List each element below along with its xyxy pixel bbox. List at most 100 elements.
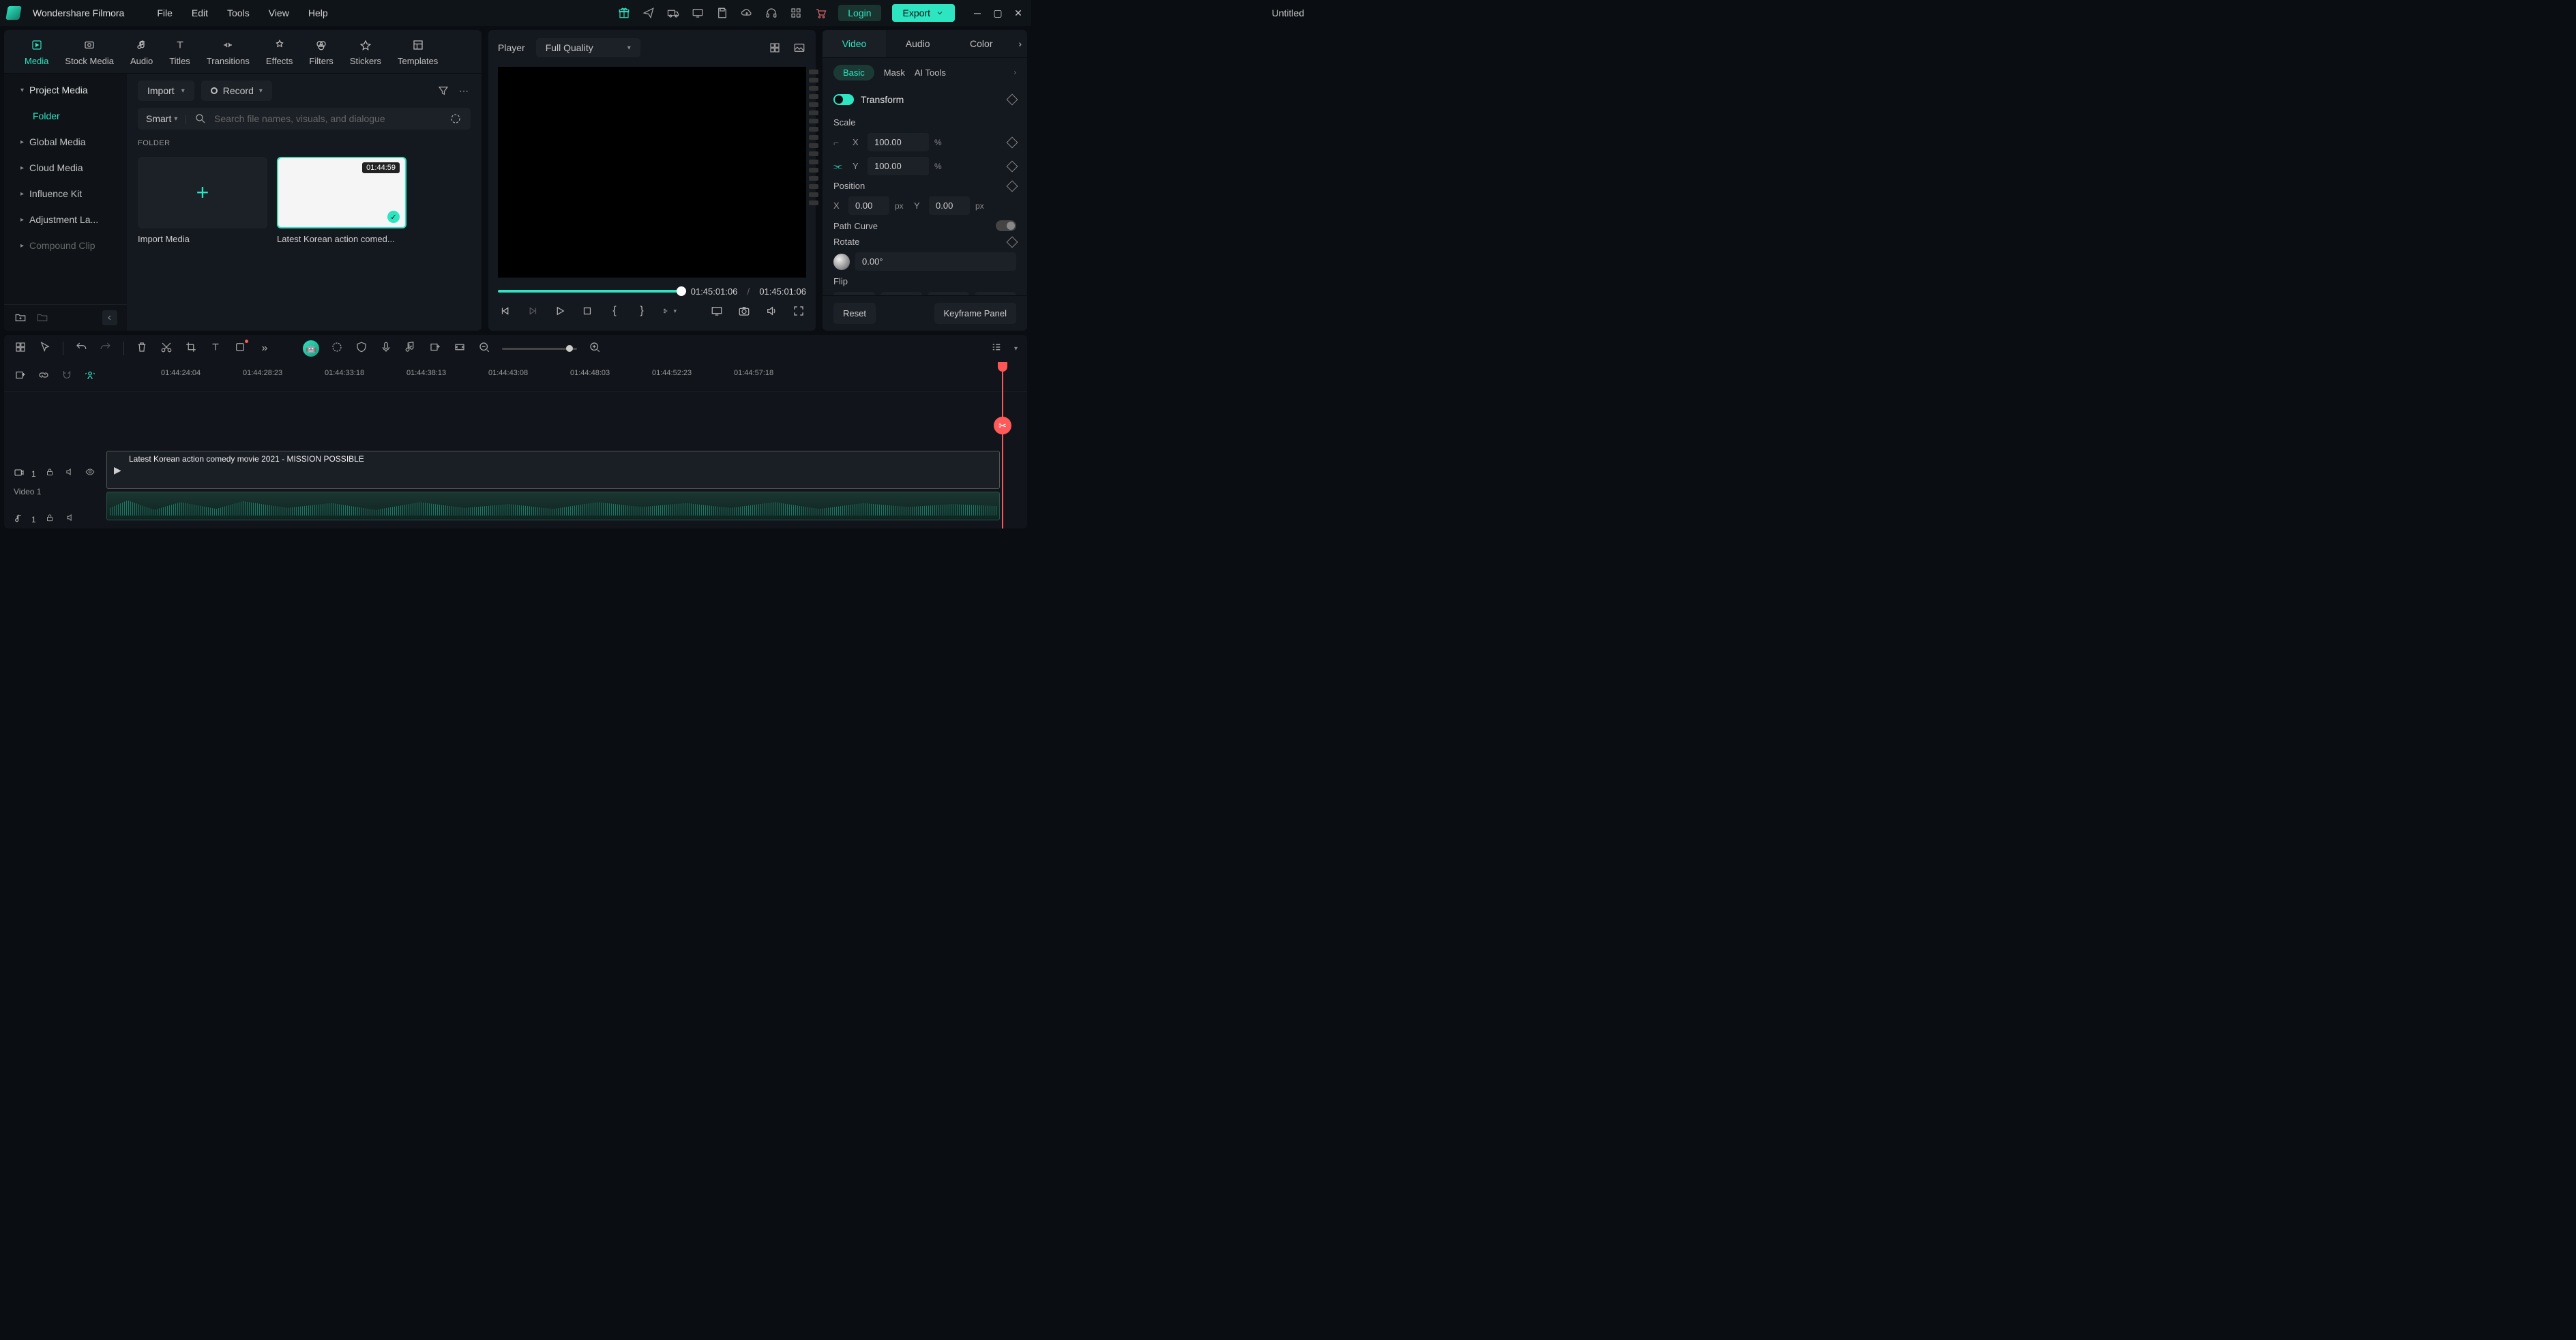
menu-help[interactable]: Help bbox=[308, 8, 328, 18]
keyframe-diamond-icon[interactable] bbox=[1007, 236, 1018, 248]
next-frame-icon[interactable] bbox=[525, 303, 540, 318]
magnet-icon[interactable] bbox=[60, 369, 74, 385]
playhead[interactable]: ✂ bbox=[1002, 362, 1003, 528]
keyframe-diamond-icon[interactable] bbox=[1007, 94, 1018, 106]
zoom-thumb[interactable] bbox=[566, 345, 573, 352]
send-icon[interactable] bbox=[642, 6, 655, 20]
tab-titles[interactable]: Titles bbox=[169, 37, 190, 66]
apps-icon[interactable] bbox=[789, 6, 803, 20]
mark-in-icon[interactable]: { bbox=[607, 303, 622, 318]
volume-icon[interactable] bbox=[764, 303, 779, 318]
list-view-icon[interactable] bbox=[990, 341, 1003, 357]
rotate-knob[interactable] bbox=[833, 254, 850, 270]
position-x-input[interactable] bbox=[848, 196, 889, 215]
quality-dropdown[interactable]: Full Quality▾ bbox=[536, 38, 640, 57]
speed-icon[interactable] bbox=[233, 341, 247, 357]
chevron-right-icon[interactable]: › bbox=[1014, 69, 1016, 76]
fit-icon[interactable] bbox=[453, 341, 467, 357]
scale-y-input[interactable] bbox=[868, 157, 929, 175]
more-tools-icon[interactable]: » bbox=[258, 342, 271, 355]
text-icon[interactable] bbox=[209, 341, 222, 357]
transform-toggle[interactable] bbox=[833, 94, 854, 105]
gift-icon[interactable] bbox=[617, 6, 631, 20]
crop-icon[interactable] bbox=[184, 341, 198, 357]
progress-slider[interactable] bbox=[498, 290, 681, 293]
tab-media[interactable]: Media bbox=[25, 37, 48, 66]
playhead-cut-button[interactable]: ✂ bbox=[994, 417, 1011, 434]
preview-viewport[interactable] bbox=[498, 67, 806, 278]
cloud-icon[interactable] bbox=[740, 6, 754, 20]
cart-icon[interactable] bbox=[814, 6, 827, 20]
playhead-handle[interactable] bbox=[998, 362, 1007, 372]
sidebar-item-project-media[interactable]: ▾Project Media bbox=[8, 78, 123, 102]
record-button[interactable]: Record▾ bbox=[201, 80, 272, 101]
chevron-down-icon[interactable]: ▾ bbox=[1014, 345, 1018, 353]
audio-track-icon[interactable] bbox=[14, 512, 25, 526]
inspector-tab-audio[interactable]: Audio bbox=[886, 30, 949, 57]
keyframe-panel-button[interactable]: Keyframe Panel bbox=[934, 303, 1017, 324]
cursor-icon[interactable] bbox=[38, 341, 52, 357]
menu-view[interactable]: View bbox=[269, 8, 289, 18]
mark-out-icon[interactable]: } bbox=[634, 303, 649, 318]
sidebar-item-cloud-media[interactable]: ▸Cloud Media bbox=[8, 155, 123, 180]
sidebar-item-compound-clip[interactable]: ▸Compound Clip bbox=[8, 233, 123, 258]
music-icon[interactable] bbox=[404, 341, 417, 357]
scale-x-input[interactable] bbox=[868, 133, 929, 151]
truck-icon[interactable] bbox=[666, 6, 680, 20]
timeline-tracks[interactable]: 01:44:24:04 01:44:28:23 01:44:33:18 01:4… bbox=[106, 362, 1027, 528]
subtab-ai-tools[interactable]: AI Tools bbox=[915, 68, 946, 78]
new-folder-icon[interactable] bbox=[14, 311, 27, 325]
video-thumbnail[interactable]: 01:44:59 ✓ bbox=[277, 157, 406, 228]
position-y-input[interactable] bbox=[929, 196, 970, 215]
menu-edit[interactable]: Edit bbox=[192, 8, 208, 18]
tab-stickers[interactable]: Stickers bbox=[350, 37, 381, 66]
search-input[interactable] bbox=[214, 113, 442, 124]
stop-icon[interactable] bbox=[580, 303, 595, 318]
monitor-icon[interactable] bbox=[691, 6, 705, 20]
lock-icon[interactable] bbox=[43, 466, 57, 481]
add-track-icon[interactable] bbox=[14, 369, 27, 385]
filter-icon[interactable] bbox=[436, 84, 450, 98]
sidebar-item-adjustment-layer[interactable]: ▸Adjustment La... bbox=[8, 207, 123, 232]
import-dropdown[interactable]: Import▾ bbox=[138, 80, 194, 101]
snapshot-icon[interactable] bbox=[737, 303, 752, 318]
video-clip[interactable]: ▶ Latest Korean action comedy movie 2021… bbox=[106, 451, 1000, 489]
mute-icon[interactable] bbox=[63, 511, 77, 527]
effects-wheel-icon[interactable] bbox=[330, 341, 344, 357]
sidebar-item-folder[interactable]: Folder bbox=[8, 104, 123, 128]
redo-icon[interactable] bbox=[99, 341, 113, 357]
zoom-in-icon[interactable] bbox=[588, 341, 602, 357]
menu-file[interactable]: File bbox=[157, 8, 173, 18]
display-icon[interactable] bbox=[709, 303, 724, 318]
grid-view-icon[interactable] bbox=[768, 41, 782, 55]
sidebar-item-influence-kit[interactable]: ▸Influence Kit bbox=[8, 181, 123, 206]
mic-icon[interactable] bbox=[379, 341, 393, 357]
progress-thumb[interactable] bbox=[677, 286, 686, 296]
import-media-card[interactable]: + Import Media bbox=[138, 157, 267, 244]
subtab-mask[interactable]: Mask bbox=[884, 68, 905, 78]
save-icon[interactable] bbox=[715, 6, 729, 20]
collapse-sidebar-button[interactable] bbox=[102, 310, 117, 325]
reset-button[interactable]: Reset bbox=[833, 303, 876, 324]
tab-filters[interactable]: Filters bbox=[309, 37, 333, 66]
aspect-icon[interactable]: ▾ bbox=[662, 303, 677, 318]
more-icon[interactable]: ⋯ bbox=[457, 84, 471, 98]
maximize-button[interactable]: ▢ bbox=[992, 8, 1004, 19]
sidebar-item-global-media[interactable]: ▸Global Media bbox=[8, 130, 123, 154]
subtab-basic[interactable]: Basic bbox=[833, 65, 874, 80]
media-clip-card[interactable]: 01:44:59 ✓ Latest Korean action comed... bbox=[277, 157, 406, 244]
visibility-icon[interactable] bbox=[83, 466, 97, 481]
undo-icon[interactable] bbox=[74, 341, 88, 357]
path-curve-toggle[interactable] bbox=[996, 220, 1016, 231]
rotate-input[interactable] bbox=[855, 252, 1016, 271]
export-button[interactable]: Export bbox=[892, 4, 955, 22]
ai-assistant-button[interactable]: 🤖 bbox=[303, 340, 319, 357]
login-button[interactable]: Login bbox=[838, 5, 880, 21]
cut-icon[interactable] bbox=[160, 341, 173, 357]
tab-effects[interactable]: Effects bbox=[266, 37, 293, 66]
keyframe-diamond-icon[interactable] bbox=[1007, 160, 1018, 172]
menu-tools[interactable]: Tools bbox=[227, 8, 250, 18]
inspector-tab-more-icon[interactable]: › bbox=[1013, 30, 1027, 57]
import-thumbnail[interactable]: + bbox=[138, 157, 267, 228]
close-button[interactable]: ✕ bbox=[1012, 8, 1024, 19]
